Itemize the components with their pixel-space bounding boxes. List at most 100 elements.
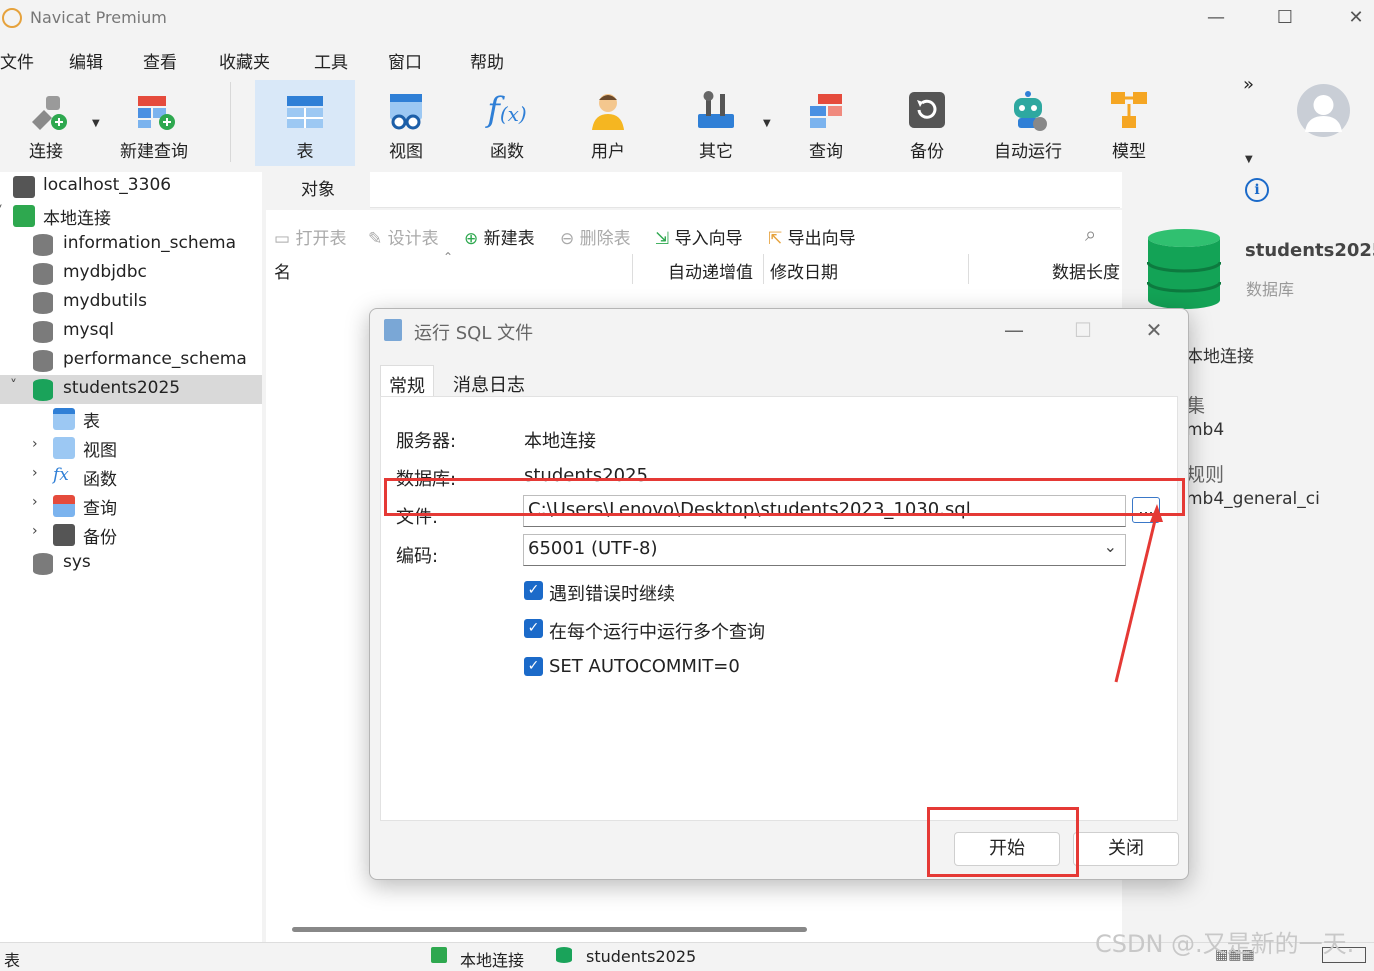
users-label: 用户 bbox=[591, 142, 625, 162]
connect-button[interactable]: 连接 bbox=[0, 80, 96, 166]
navigation-tree: localhost_3306 ˅ 本地连接 information_schema… bbox=[0, 172, 262, 942]
tab-message-log[interactable]: 消息日志 bbox=[445, 365, 533, 397]
mysql-connection-icon bbox=[13, 176, 35, 198]
toolbar-overflow-dropdown-icon[interactable]: ▼ bbox=[1245, 154, 1253, 165]
menu-window[interactable]: 窗口 bbox=[388, 48, 422, 73]
minimize-button[interactable]: — bbox=[1196, 4, 1236, 32]
functions-label: 函数 bbox=[490, 142, 524, 162]
chevron-right-icon[interactable]: › bbox=[32, 523, 38, 539]
others-button[interactable]: 其它 bbox=[666, 80, 766, 166]
tree-db-information-schema[interactable]: information_schema bbox=[0, 230, 262, 259]
tables-button[interactable]: 表 bbox=[255, 80, 355, 166]
column-divider bbox=[968, 254, 969, 284]
maximize-button[interactable]: ☐ bbox=[1265, 4, 1305, 32]
tree-item-tables[interactable]: 表 bbox=[0, 404, 262, 433]
users-button[interactable]: 用户 bbox=[558, 80, 658, 166]
toolbar-overflow-button[interactable]: » bbox=[1243, 74, 1254, 95]
dialog-maximize-button[interactable]: ☐ bbox=[1063, 315, 1103, 345]
autocommit-label: SET AUTOCOMMIT=0 bbox=[549, 656, 740, 677]
menu-edit[interactable]: 编辑 bbox=[69, 48, 103, 73]
tab-general[interactable]: 常规 bbox=[380, 365, 434, 397]
tree-db-performance-schema[interactable]: performance_schema bbox=[0, 346, 262, 375]
column-header-auto-increment[interactable]: 自动递增值 bbox=[668, 258, 753, 283]
database-icon bbox=[33, 263, 53, 285]
import-wizard-button[interactable]: ⇲ 导入向导 bbox=[655, 224, 743, 249]
autocommit-checkbox[interactable]: ✓ bbox=[524, 657, 543, 676]
query-button[interactable]: 查询 bbox=[776, 80, 876, 166]
tree-db-mysql[interactable]: mysql bbox=[0, 317, 262, 346]
encoding-select[interactable]: 65001 (UTF-8) ⌄ bbox=[523, 534, 1126, 566]
tree-item-views[interactable]: › 视图 bbox=[0, 433, 262, 462]
menu-file[interactable]: 文件 bbox=[0, 48, 34, 73]
views-button[interactable]: 视图 bbox=[356, 80, 456, 166]
delete-table-button[interactable]: ⊖ 删除表 bbox=[560, 224, 631, 249]
tab-objects[interactable]: 对象 bbox=[266, 172, 370, 208]
new-table-label: 新建表 bbox=[483, 229, 535, 249]
automation-button[interactable]: 自动运行 bbox=[978, 80, 1078, 166]
search-icon[interactable]: ⌕ bbox=[1085, 222, 1096, 246]
model-button[interactable]: 模型 bbox=[1079, 80, 1179, 166]
chevron-right-icon[interactable]: › bbox=[32, 465, 38, 481]
chevron-right-icon[interactable]: › bbox=[32, 494, 38, 510]
tree-connection-localhost[interactable]: localhost_3306 bbox=[0, 172, 262, 201]
toolbar-divider bbox=[230, 82, 231, 162]
tree-label: mydbjdbc bbox=[63, 262, 147, 282]
connect-label: 连接 bbox=[29, 142, 63, 162]
tree-item-backups[interactable]: › 备份 bbox=[0, 520, 262, 549]
tree-label: 视图 bbox=[83, 441, 117, 461]
function-icon: f(x) bbox=[487, 90, 527, 130]
export-icon: ⇱ bbox=[768, 229, 783, 249]
connect-dropdown-icon[interactable]: ▼ bbox=[92, 118, 100, 129]
tree-db-students2025[interactable]: ˅ students2025 bbox=[0, 375, 262, 404]
dialog-close-icon[interactable]: ✕ bbox=[1134, 315, 1174, 345]
backup-button[interactable]: 备份 bbox=[877, 80, 977, 166]
navicat-logo-icon bbox=[2, 8, 22, 28]
column-divider bbox=[632, 254, 633, 284]
menu-view[interactable]: 查看 bbox=[143, 48, 177, 73]
annotation-arrow bbox=[1114, 504, 1163, 683]
column-header-data-length[interactable]: 数据长度 bbox=[1052, 258, 1120, 283]
multiple-queries-checkbox[interactable]: ✓ bbox=[524, 619, 543, 638]
import-icon: ⇲ bbox=[655, 229, 670, 249]
tree-item-queries[interactable]: › 查询 bbox=[0, 491, 262, 520]
tree-item-functions[interactable]: › fx 函数 bbox=[0, 462, 262, 491]
menu-help[interactable]: 帮助 bbox=[470, 48, 504, 73]
chevron-right-icon[interactable]: › bbox=[32, 436, 38, 452]
tree-db-sys[interactable]: sys bbox=[0, 549, 262, 578]
continue-on-error-checkbox[interactable]: ✓ bbox=[524, 581, 543, 600]
horizontal-scrollbar[interactable] bbox=[292, 927, 807, 932]
avatar[interactable] bbox=[1297, 84, 1350, 137]
tree-db-mydbjdbc[interactable]: mydbjdbc bbox=[0, 259, 262, 288]
new-query-button[interactable]: 新建查询 bbox=[104, 80, 204, 166]
chevron-down-icon[interactable]: ˅ bbox=[0, 204, 3, 220]
close-button[interactable]: 关闭 bbox=[1073, 832, 1179, 866]
others-dropdown-icon[interactable]: ▼ bbox=[763, 118, 771, 129]
design-table-button[interactable]: ✎ 设计表 bbox=[368, 224, 439, 249]
tree-label: students2025 bbox=[63, 378, 181, 398]
dialog-minimize-button[interactable]: — bbox=[994, 315, 1034, 345]
start-button-highlight bbox=[927, 807, 1079, 877]
function-icon: fx bbox=[53, 465, 69, 485]
delete-table-label: 删除表 bbox=[579, 229, 631, 249]
menu-tools[interactable]: 工具 bbox=[314, 48, 348, 73]
open-table-button[interactable]: ▭ 打开表 bbox=[274, 224, 346, 249]
server-label: 服务器: bbox=[396, 431, 457, 452]
plus-circle-icon: ⊕ bbox=[464, 229, 479, 249]
info-db-name: students2025 bbox=[1245, 240, 1374, 261]
menu-favorites[interactable]: 收藏夹 bbox=[219, 48, 270, 73]
close-window-button[interactable]: ✕ bbox=[1336, 4, 1374, 32]
plug-icon bbox=[32, 96, 67, 130]
column-header-modified-date[interactable]: 修改日期 bbox=[770, 258, 838, 283]
tree-label: mysql bbox=[63, 320, 114, 340]
info-icon[interactable]: i bbox=[1245, 178, 1269, 202]
chevron-down-icon[interactable]: ˅ bbox=[10, 378, 17, 394]
tree-db-mydbutils[interactable]: mydbutils bbox=[0, 288, 262, 317]
column-header-name[interactable]: 名 bbox=[274, 258, 291, 283]
functions-button[interactable]: f(x) 函数 bbox=[457, 80, 557, 166]
export-wizard-button[interactable]: ⇱ 导出向导 bbox=[768, 224, 856, 249]
tree-connection-local[interactable]: ˅ 本地连接 bbox=[0, 201, 262, 230]
new-table-button[interactable]: ⊕ 新建表 bbox=[464, 224, 535, 249]
database-icon bbox=[33, 379, 53, 401]
database-icon bbox=[33, 350, 53, 372]
database-icon bbox=[33, 292, 53, 314]
